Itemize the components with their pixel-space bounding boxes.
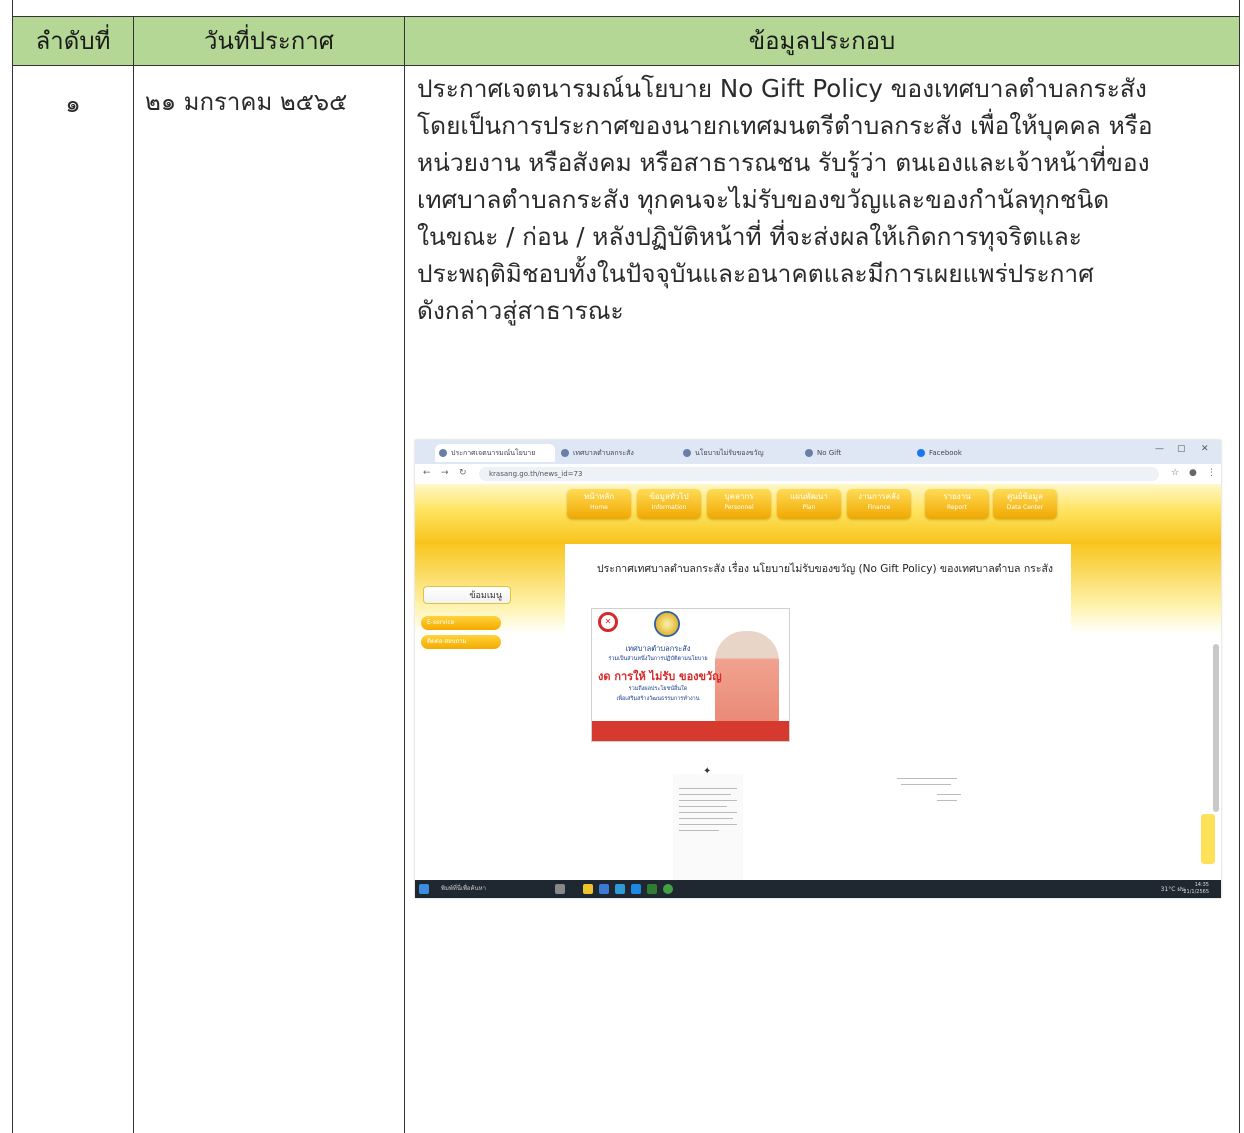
nav-menu-item[interactable]: ศูนย์ข้อมูล Data Center [993,489,1057,519]
app-icon[interactable] [615,884,625,894]
site-banner: หน้าหลัก Home ข้อมูลทั่วไป Information บุค… [415,484,1221,544]
poster-text: รวมถึงผลประโยชน์อื่นใด [628,686,688,692]
nav-menu-item[interactable]: แผนพัฒนา Plan [777,489,841,519]
more-icon[interactable]: ⋮ [1207,468,1216,478]
website-page: หน้าหลัก Home ข้อมูลทั่วไป Information บุค… [415,484,1221,882]
poster-footer [592,721,789,741]
close-icon[interactable]: ✕ [1201,444,1209,454]
scrollbar[interactable] [1213,644,1219,812]
column-divider [404,16,405,1133]
browser-tab[interactable]: ประกาศเจตนารมณ์นโยบาย [435,444,555,462]
weather-status: 31°C ฝน [1160,886,1185,893]
poster-text: เพื่อเสริมสร้างวัฒนธรรมการทำงาน [616,696,700,702]
browser-tabbar: ประกาศเจตนารมณ์นโยบาย เทศบาลตำบลกระสัง น… [415,440,1221,464]
row-date: ๒๑ มกราคม ๒๕๖๕ [145,88,348,116]
browser-tab[interactable]: นโยบายไม่รับของขวัญ [679,444,799,462]
back-icon[interactable]: ← [423,468,431,478]
windows-start-icon[interactable] [419,884,429,894]
profile-icon[interactable]: ● [1189,468,1197,478]
taskbar-search[interactable]: พิมพ์ที่นี่เพื่อค้นหา [431,883,523,895]
minimize-icon[interactable]: — [1155,444,1164,454]
browser-tab[interactable]: เทศบาลตำบลกระสัง [557,444,677,462]
document-thumbnail[interactable] [897,774,977,814]
table-header: ลำดับที่ วันที่ประกาศ ข้อมูลประกอบ [13,16,1239,66]
forward-icon[interactable]: → [441,468,449,478]
url-field[interactable]: krasang.go.th/news_id=73 [479,467,1159,481]
file-explorer-icon[interactable] [583,884,593,894]
taskview-icon[interactable] [555,884,565,894]
nav-menu-item[interactable]: บุคลากร Personnel [707,489,771,519]
municipality-seal-icon [654,611,680,637]
browser-tab[interactable]: Facebook [913,444,1033,462]
maximize-icon[interactable]: ▢ [1177,444,1186,454]
header-info: ข้อมูลประกอบ [748,27,896,55]
document-thumbnail[interactable] [673,774,743,882]
sidebar-menu-head: ข้อมเมนู [423,586,511,604]
taskbar-clock: 14:35 21/1/2565 [1183,882,1209,895]
nav-menu-item[interactable]: รายงาน Report [925,489,989,519]
windows-taskbar: พิมพ์ที่นี่เพื่อค้นหา 31°C ฝน 14:35 21/1/… [415,880,1221,898]
header-order: ลำดับที่ [35,27,111,55]
page-icon [561,449,569,457]
browser-tab[interactable]: No Gift [801,444,911,462]
nav-menu-item[interactable]: ข้อมูลทั่วไป Information [637,489,701,519]
sidebar-item-eservice[interactable]: E-service [421,616,501,630]
detail-line: หน่วยงาน หรือสังคม หรือสาธารณชน รับรู้ว่… [417,148,1150,177]
detail-line: ประพฤติมิชอบทั้งในปัจจุบันและอนาคตและมีก… [417,259,1094,288]
header-date: วันที่ประกาศ [204,27,334,55]
detail-line: เทศบาลตำบลกระสัง ทุกคนจะไม่รับของขวัญและ… [417,185,1110,214]
no-gift-icon: ✕ [598,612,618,632]
row-order: ๑ [65,90,81,118]
app-icon[interactable] [599,884,609,894]
detail-line: ประกาศเจตนารมณ์นโยบาย No Gift Policy ของ… [417,74,1147,103]
detail-line: ในขณะ / ก่อน / หลังปฏิบัติหน้าที่ ที่จะส… [417,222,1082,251]
chrome-icon[interactable] [663,884,673,894]
page-icon [805,449,813,457]
mayor-photo [715,631,779,723]
reload-icon[interactable]: ↻ [459,468,467,478]
sidebar-item-contact[interactable]: ติดต่อ-สอบถาม [421,635,501,649]
announcement-title: ประกาศเทศบาลตำบลกระสัง เรื่อง นโยบายไม่ร… [597,563,1053,575]
address-bar: ← → ↻ krasang.go.th/news_id=73 ☆ ● ⋮ [415,464,1221,485]
poster-text: ร่วมเป็นส่วนหนึ่งในการปฏิบัติตามนโยบาย [608,656,708,662]
poster-text: เทศบาลตำบลกระสัง [625,644,691,653]
column-divider [133,16,134,1133]
excel-icon[interactable] [647,884,657,894]
right-decoration [1071,544,1221,634]
star-icon[interactable]: ☆ [1171,468,1179,478]
page-icon [439,449,447,457]
website-screenshot: ประกาศเจตนารมณ์นโยบาย เทศบาลตำบลกระสัง น… [415,440,1221,898]
nav-menu-item[interactable]: หน้าหลัก Home [567,489,631,519]
detail-line: ดังกล่าวสู่สาธารณะ [417,296,624,325]
detail-line: โดยเป็นการประกาศของนายกเทศมนตรีตำบลกระสั… [417,111,1153,140]
edge-icon[interactable] [631,884,641,894]
nav-menu-item[interactable]: งานการคลัง Finance [847,489,911,519]
floating-widget[interactable] [1201,814,1215,864]
page-icon [683,449,691,457]
no-gift-poster: ✕ เทศบาลตำบลกระสัง ร่วมเป็นส่วนหนึ่งในกา… [591,608,790,742]
row-detail: ประกาศเจตนารมณ์นโยบาย No Gift Policy ของ… [417,70,1153,329]
facebook-icon [917,449,925,457]
poster-text: งด การให้ ไม่รับ ของขวัญ [598,670,722,683]
